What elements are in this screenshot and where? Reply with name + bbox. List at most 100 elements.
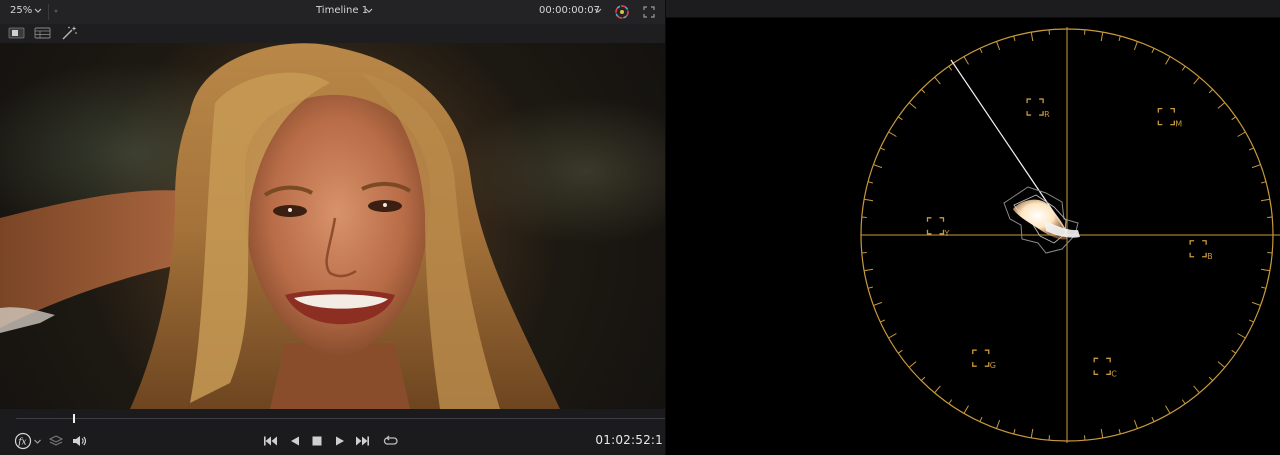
chevron-down-icon[interactable] <box>33 437 42 446</box>
vectorscope-trace <box>1003 186 1080 254</box>
graticule-tick <box>1248 319 1254 323</box>
graticule-tick <box>963 405 969 414</box>
target-g: G <box>972 349 996 370</box>
fullscreen-icon[interactable] <box>642 5 656 19</box>
graticule-tick <box>1217 361 1226 368</box>
scope-header <box>666 0 1280 18</box>
playback-timecode: 01:02:52:1 <box>595 433 663 447</box>
loop-icon[interactable] <box>383 433 399 449</box>
vectorscope-targets: R M B C G Y <box>926 98 1213 378</box>
target-label: M <box>1175 120 1182 129</box>
graticule-tick <box>996 41 1001 51</box>
graticule-tick <box>948 399 953 405</box>
split-viewer-icon[interactable] <box>34 26 51 40</box>
graticule-tick <box>897 349 903 354</box>
graticule-tick <box>888 131 897 137</box>
graticule-tick <box>963 56 969 65</box>
chevron-down-icon[interactable] <box>593 4 603 18</box>
graticule-tick <box>1100 428 1104 438</box>
target-box <box>1157 107 1175 126</box>
graticule-tick <box>1133 41 1138 51</box>
target-label: R <box>1044 110 1050 119</box>
viewer-toolbar <box>0 24 665 43</box>
graticule-tick <box>1181 65 1186 71</box>
target-label: G <box>990 361 996 370</box>
timeline-name[interactable]: Timeline 1 <box>316 5 368 16</box>
skip-forward-icon[interactable] <box>355 433 371 449</box>
target-m: M <box>1157 107 1182 129</box>
target-box <box>1026 98 1044 116</box>
graticule-tick <box>920 376 926 382</box>
graticule-tick <box>1030 32 1034 42</box>
target-label: Y <box>943 229 949 238</box>
graticule-tick <box>1118 429 1121 435</box>
graticule-tick <box>1118 35 1121 41</box>
volume-icon[interactable] <box>71 433 87 449</box>
fx-icon[interactable]: fx <box>14 432 32 450</box>
graticule-tick <box>1208 376 1214 382</box>
source-timecode[interactable]: 00:00:00:07 <box>539 5 600 16</box>
graticule-tick <box>864 198 874 202</box>
zoom-level[interactable]: 25% <box>10 5 32 16</box>
divider <box>48 4 49 20</box>
graticule-tick <box>1193 76 1200 85</box>
target-box <box>972 349 990 367</box>
graticule-tick <box>979 416 983 422</box>
graticule-tick <box>1261 181 1267 184</box>
target-box <box>1093 357 1111 375</box>
play-icon[interactable] <box>332 433 348 449</box>
stop-icon[interactable] <box>309 433 325 449</box>
chevron-down-icon[interactable] <box>364 4 374 18</box>
color-wheel-icon[interactable] <box>614 4 630 20</box>
graticule-tick <box>888 333 897 339</box>
graticule-tick <box>873 301 883 306</box>
target-box <box>1189 240 1207 258</box>
graticule-tick <box>1251 164 1261 169</box>
graticule-tick <box>880 319 886 323</box>
graticule-tick <box>1231 349 1237 354</box>
video-frame[interactable] <box>0 43 665 409</box>
graticule-tick <box>864 268 874 272</box>
graticule-tick <box>979 48 983 54</box>
graticule-tick <box>1030 428 1034 438</box>
graticule-tick <box>920 88 926 94</box>
layers-icon[interactable] <box>48 433 64 449</box>
graticule-tick <box>948 65 953 71</box>
graticule-tick <box>1237 131 1246 137</box>
graticule-tick <box>873 164 883 169</box>
graticule-tick <box>1260 198 1270 202</box>
graticule-tick <box>1260 268 1270 272</box>
play-reverse-icon[interactable] <box>287 433 303 449</box>
skin-tone-line <box>950 59 1068 233</box>
magic-wand-icon[interactable] <box>61 25 78 41</box>
viewer-panel: 25% Timeline 1 00:00:00:07 fx 01:02:52:1 <box>0 0 666 455</box>
target-r: R <box>1026 98 1050 119</box>
chevron-down-icon[interactable] <box>33 4 43 18</box>
vectorscope: R M B C G Y <box>860 27 1280 443</box>
viewer-header: 25% Timeline 1 00:00:00:07 <box>0 0 665 25</box>
target-label: C <box>1111 369 1117 378</box>
graticule-tick <box>897 116 903 121</box>
graticule-tick <box>1133 419 1138 429</box>
graticule-tick <box>1231 116 1237 121</box>
target-c: C <box>1093 357 1117 378</box>
graticule-tick <box>1237 333 1246 339</box>
graticule-tick <box>908 102 917 109</box>
single-viewer-icon[interactable] <box>8 26 25 40</box>
scrubber-bar[interactable] <box>0 409 665 427</box>
graticule-tick <box>1261 286 1267 289</box>
graticule-tick <box>1151 416 1155 422</box>
graticule-tick <box>867 286 873 289</box>
graticule-tick <box>1251 301 1261 306</box>
graticule-tick <box>908 361 917 368</box>
graticule-tick <box>1151 48 1155 54</box>
playhead[interactable] <box>73 414 76 423</box>
scrubber-track[interactable] <box>16 418 665 419</box>
skip-back-icon[interactable] <box>262 433 278 449</box>
graticule-tick <box>1248 147 1254 151</box>
dot-icon <box>54 9 58 13</box>
graticule-tick <box>934 385 941 394</box>
app-window: 25% Timeline 1 00:00:00:07 fx 01:02:52:1… <box>0 0 1280 455</box>
graticule-tick <box>867 181 873 184</box>
target-b: B <box>1189 240 1213 261</box>
